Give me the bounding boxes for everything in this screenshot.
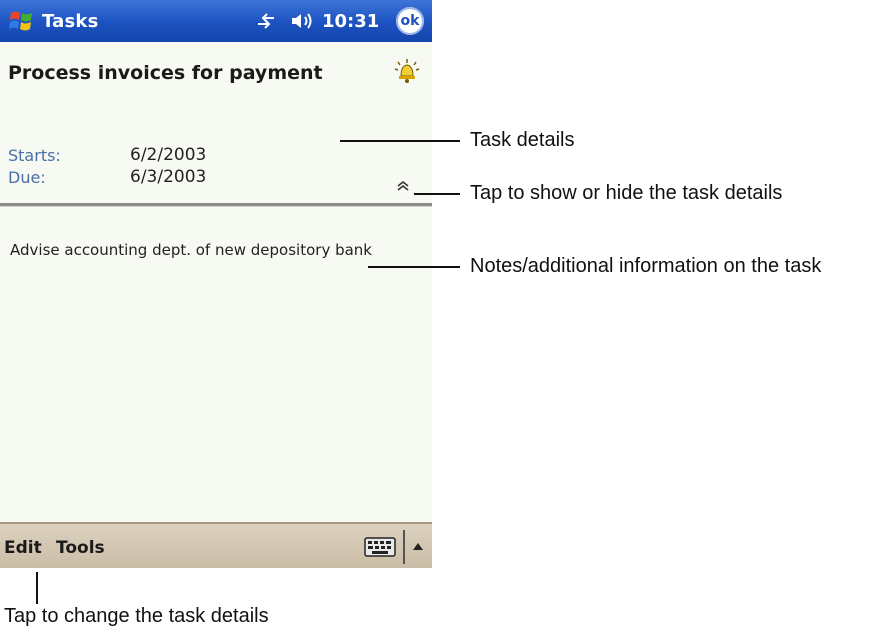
windows-flag-icon[interactable] — [8, 8, 34, 34]
tools-menu[interactable]: Tools — [56, 538, 105, 558]
toggle-details-button[interactable] — [392, 178, 414, 194]
task-notes[interactable]: Advise accounting dept. of new depositor… — [10, 238, 410, 263]
speaker-icon[interactable] — [290, 11, 316, 31]
keyboard-icon[interactable] — [364, 536, 396, 558]
title-bar: Tasks 10:31 ok — [0, 0, 432, 42]
pocket-pc-screen: Tasks 10:31 ok Process invoices for paym… — [0, 0, 432, 568]
triangle-up-icon[interactable] — [411, 540, 425, 552]
starts-value: 6/2/2003 — [130, 145, 207, 165]
due-value: 6/3/2003 — [130, 167, 207, 187]
callout-notes: Notes/additional information on the task — [470, 255, 822, 277]
menu-bar: Edit Tools — [0, 522, 432, 568]
double-chevron-up-icon — [397, 180, 409, 191]
callout-toggle-details: Tap to show or hide the task details — [470, 182, 783, 204]
callout-task-details: Task details — [470, 129, 575, 151]
clock[interactable]: 10:31 — [322, 11, 379, 32]
ok-button[interactable]: ok — [396, 7, 424, 35]
starts-label: Starts: — [8, 146, 61, 165]
callout-line-edit — [36, 572, 38, 604]
details-divider[interactable] — [0, 203, 432, 207]
task-title: Process invoices for payment — [8, 62, 323, 84]
alarm-bell-icon — [394, 59, 420, 83]
sip-separator — [403, 530, 405, 564]
app-title: Tasks — [42, 11, 99, 32]
callout-line-task-details — [340, 140, 460, 142]
connectivity-icon[interactable] — [255, 12, 277, 30]
callout-line-notes — [368, 266, 460, 268]
edit-menu[interactable]: Edit — [4, 538, 42, 558]
callout-edit: Tap to change the task details — [4, 605, 269, 627]
callout-line-toggle — [414, 193, 460, 195]
due-label: Due: — [8, 168, 46, 187]
